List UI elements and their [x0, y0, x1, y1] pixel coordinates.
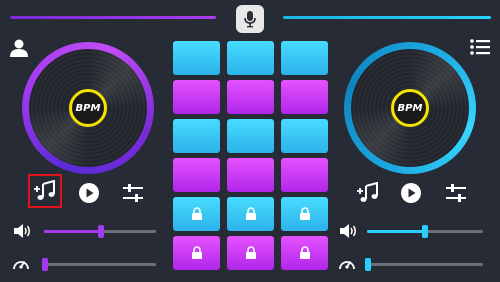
pad-r1-c3[interactable]	[281, 41, 328, 75]
pad-r2-c2[interactable]	[227, 80, 274, 114]
pad-r6-c3[interactable]	[281, 236, 328, 270]
right-volume-slider[interactable]	[367, 225, 483, 238]
pad-r1-c1[interactable]	[173, 41, 220, 75]
left-add-music-button[interactable]	[28, 174, 62, 208]
lock-icon	[245, 207, 256, 220]
right-add-music-button[interactable]	[355, 180, 381, 206]
pad-r2-c1[interactable]	[173, 80, 220, 114]
left-speed-icon	[12, 256, 30, 272]
lock-icon	[191, 246, 202, 259]
left-equalizer-button[interactable]	[120, 180, 146, 206]
left-platter[interactable]: BPM	[29, 49, 147, 167]
right-speed-knob[interactable]	[365, 258, 371, 271]
left-volume-fill	[44, 230, 101, 233]
left-accent-line	[10, 16, 216, 19]
right-volume-fill	[367, 230, 425, 233]
equalizer-icon	[446, 184, 466, 202]
pad-r1-c2[interactable]	[227, 41, 274, 75]
mic-icon	[244, 11, 256, 28]
play-icon	[79, 183, 99, 203]
add-music-icon	[34, 180, 55, 200]
lock-icon	[191, 207, 202, 220]
right-bpm-label: BPM	[391, 89, 429, 127]
pad-r3-c2[interactable]	[227, 119, 274, 153]
pad-r4-c2[interactable]	[227, 158, 274, 192]
mic-button[interactable]	[236, 5, 264, 33]
right-speed-icon	[338, 256, 356, 272]
play-icon	[401, 183, 421, 203]
pad-r3-c1[interactable]	[173, 119, 220, 153]
right-platter[interactable]: BPM	[351, 49, 469, 167]
left-volume-knob[interactable]	[98, 225, 104, 238]
left-volume-icon	[12, 222, 32, 240]
left-volume-slider[interactable]	[44, 225, 156, 238]
left-speed-knob[interactable]	[42, 258, 48, 271]
right-equalizer-button[interactable]	[443, 180, 469, 206]
right-volume-knob[interactable]	[422, 225, 428, 238]
right-volume-icon	[338, 222, 358, 240]
left-bpm-label: BPM	[69, 89, 107, 127]
right-play-button[interactable]	[398, 180, 424, 206]
pad-r4-c3[interactable]	[281, 158, 328, 192]
menu-icon[interactable]	[470, 38, 490, 56]
right-speed-slider[interactable]	[365, 258, 483, 271]
left-turntable[interactable]: BPM	[22, 42, 154, 174]
add-music-icon	[357, 182, 378, 202]
lock-icon	[245, 246, 256, 259]
pad-r6-c2[interactable]	[227, 236, 274, 270]
pad-r5-c3[interactable]	[281, 197, 328, 231]
pad-r2-c3[interactable]	[281, 80, 328, 114]
lock-icon	[299, 207, 310, 220]
pad-r6-c1[interactable]	[173, 236, 220, 270]
pad-r4-c1[interactable]	[173, 158, 220, 192]
right-accent-line	[283, 16, 491, 19]
right-turntable[interactable]: BPM	[344, 42, 476, 174]
left-play-button[interactable]	[76, 180, 102, 206]
user-icon[interactable]	[9, 38, 29, 58]
pad-r5-c1[interactable]	[173, 197, 220, 231]
left-speed-slider[interactable]	[42, 258, 156, 271]
equalizer-icon	[123, 184, 143, 202]
pad-r3-c3[interactable]	[281, 119, 328, 153]
pad-r5-c2[interactable]	[227, 197, 274, 231]
lock-icon	[299, 246, 310, 259]
